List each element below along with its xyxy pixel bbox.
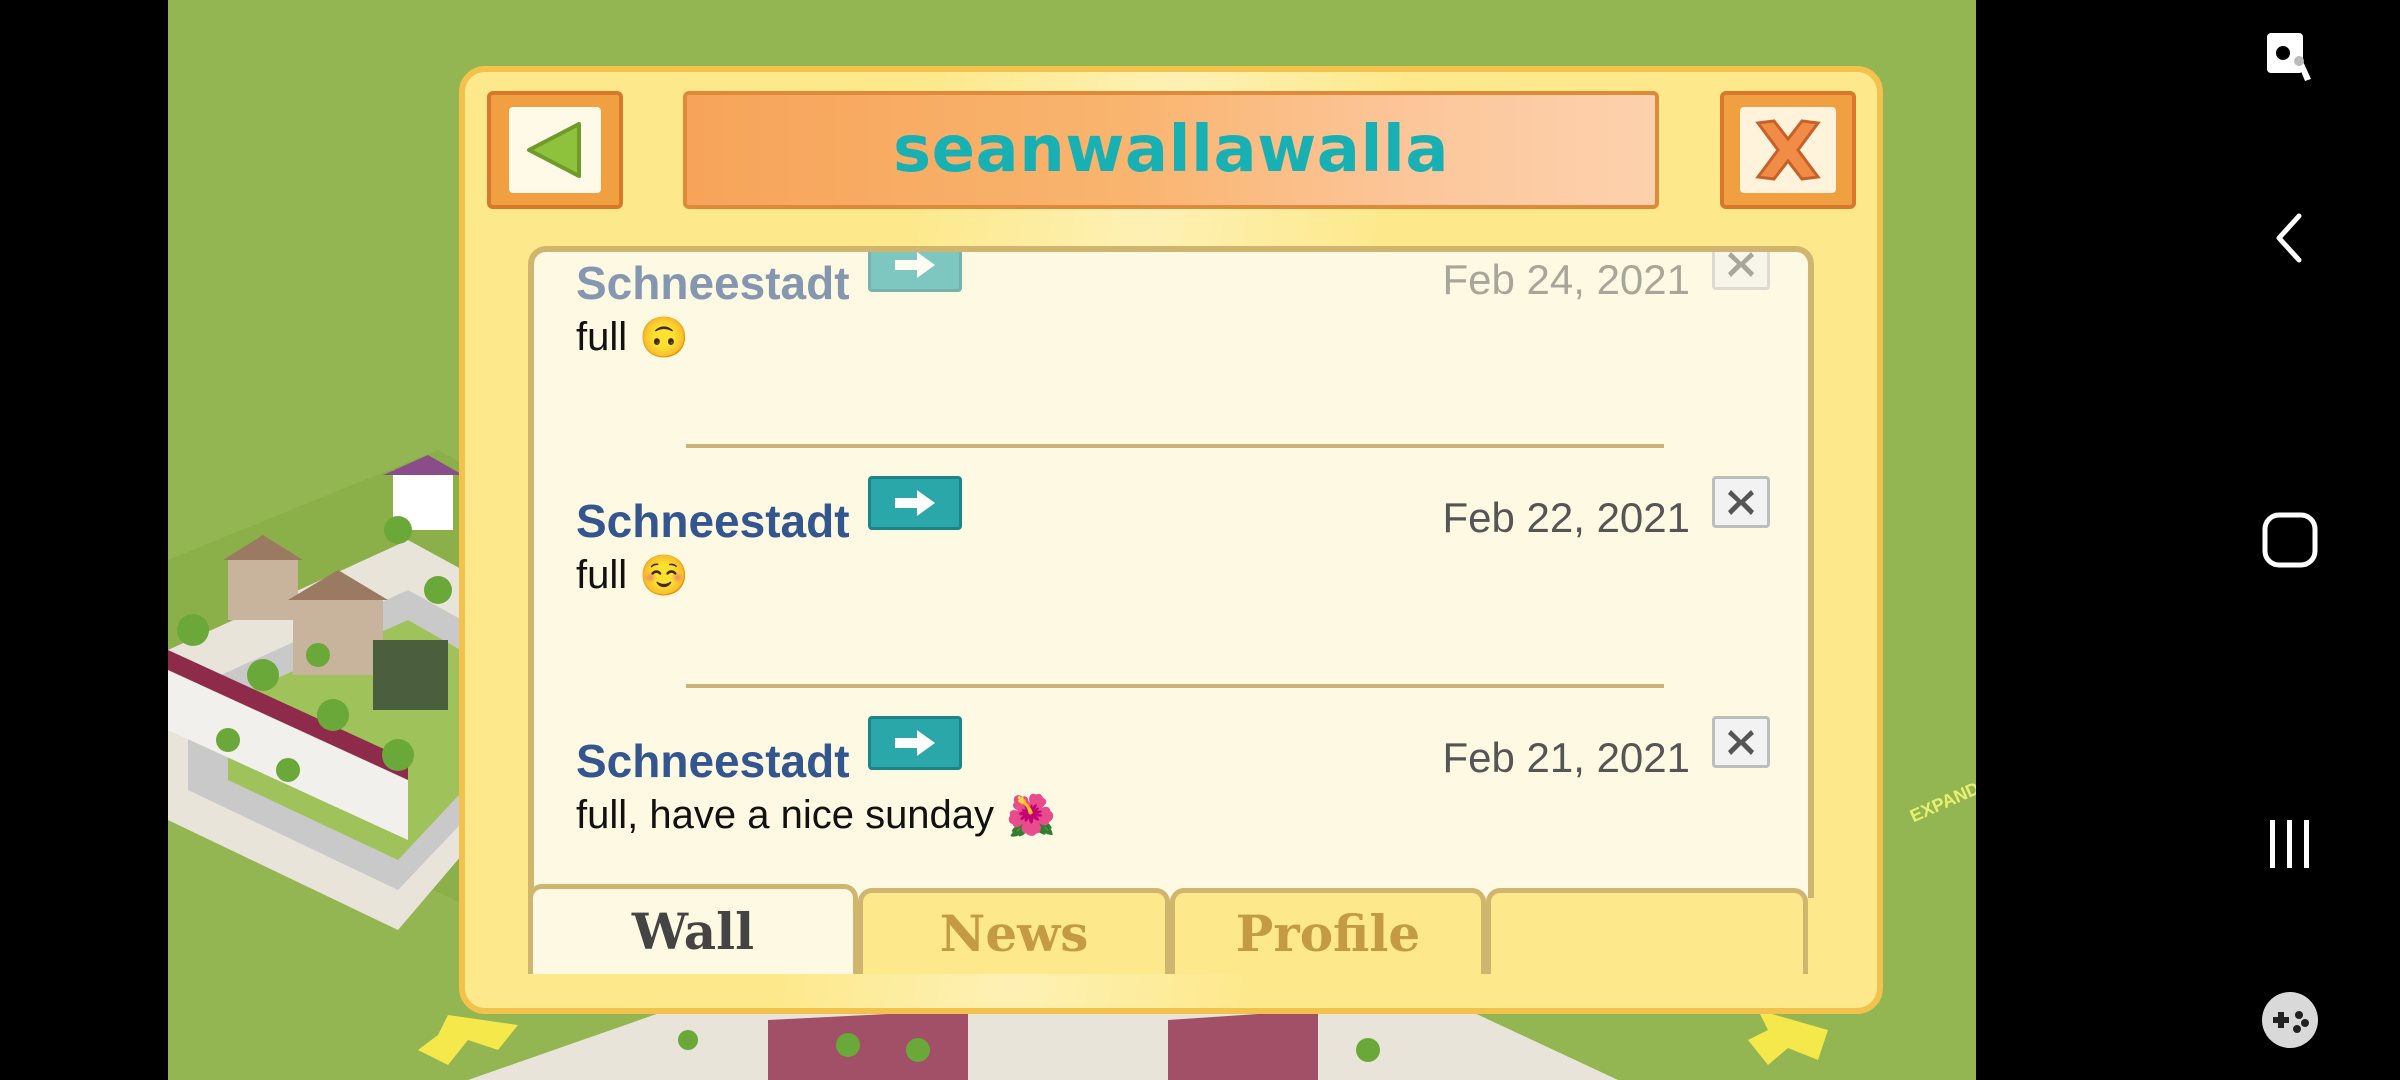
- back-nav-icon: [2276, 213, 2302, 263]
- post-author[interactable]: Schneestadt: [576, 494, 850, 548]
- close-x-icon: [1755, 119, 1821, 181]
- visit-button[interactable]: [868, 716, 962, 770]
- tab-wall[interactable]: Wall: [528, 884, 858, 974]
- hibiscus-emoji-icon: 🌺: [1006, 794, 1056, 838]
- nav-home-button[interactable]: [2250, 500, 2330, 580]
- post-message-text: full: [576, 315, 628, 359]
- upside-down-emoji-icon: 🙃: [639, 316, 689, 360]
- post-date: Feb 21, 2021: [1442, 734, 1690, 781]
- post-message: full 🙃: [576, 314, 689, 361]
- post-message: full, have a nice sunday 🌺: [576, 792, 1056, 839]
- arrow-right-icon: [895, 730, 935, 756]
- visit-button[interactable]: [868, 252, 962, 292]
- wall-panel[interactable]: Schneestadt Feb 24, 2021 full 🙃 Schneest…: [528, 246, 1814, 898]
- smiling-emoji-icon: ☺️: [639, 554, 689, 598]
- post-message-text: full, have a nice sunday: [576, 793, 995, 837]
- tab-empty[interactable]: [1486, 888, 1808, 974]
- post-author[interactable]: Schneestadt: [576, 256, 850, 310]
- post-message: full ☺️: [576, 552, 689, 599]
- screenshot-edit-button[interactable]: [2250, 18, 2330, 98]
- delete-post-button[interactable]: [1712, 716, 1770, 768]
- game-tools-button[interactable]: [2250, 980, 2330, 1060]
- post-date: Feb 24, 2021: [1442, 256, 1690, 303]
- delete-post-button[interactable]: [1712, 476, 1770, 528]
- screenshot-edit-icon: [2267, 33, 2311, 81]
- nav-recents-button[interactable]: [2250, 804, 2330, 884]
- visit-button[interactable]: [868, 476, 962, 530]
- close-x-icon: [1728, 490, 1754, 515]
- tab-profile[interactable]: Profile: [1170, 888, 1486, 974]
- game-tools-icon: [2262, 992, 2318, 1048]
- back-arrow-icon: [527, 122, 581, 178]
- page-title: seanwallawalla: [893, 113, 1449, 187]
- post-author[interactable]: Schneestadt: [576, 734, 850, 788]
- arrow-right-icon: [895, 490, 935, 516]
- close-button[interactable]: [1720, 91, 1856, 209]
- post-message-text: full: [576, 553, 628, 597]
- close-x-icon: [1728, 730, 1754, 755]
- post-divider: [686, 684, 1664, 688]
- title-bar: seanwallawalla: [683, 91, 1659, 209]
- close-x-icon: [1728, 252, 1754, 277]
- nav-back-button[interactable]: [2250, 198, 2330, 278]
- tab-news[interactable]: News: [858, 888, 1170, 974]
- back-button[interactable]: [487, 91, 623, 209]
- delete-post-button[interactable]: [1712, 252, 1770, 290]
- home-nav-icon: [2262, 512, 2318, 568]
- recents-nav-icon: [2270, 820, 2309, 868]
- post-divider: [686, 444, 1664, 448]
- arrow-right-icon: [895, 252, 935, 278]
- post-date: Feb 22, 2021: [1442, 494, 1690, 541]
